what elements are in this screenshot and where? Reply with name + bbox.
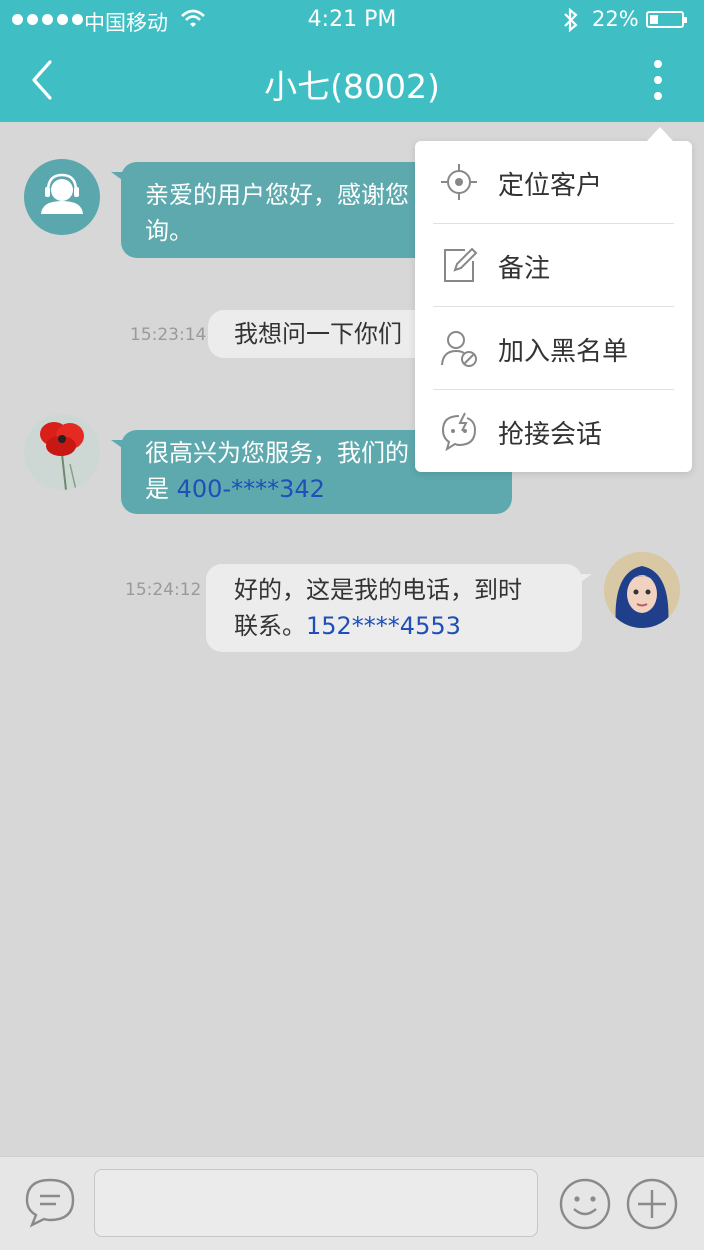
bluetooth-icon <box>564 7 578 33</box>
user-portrait-icon <box>604 552 680 628</box>
page-title: 小七(8002) <box>264 67 440 106</box>
menu-item-label: 定位客户 <box>498 171 603 201</box>
menu-item-label: 加入黑名单 <box>498 337 629 367</box>
top-bar: 中国移动 4:21 PM 22% 小七(8002) <box>0 0 704 122</box>
grab-chat-icon <box>441 412 477 451</box>
options-dropdown-menu: 定位客户 备注 加入黑名单 抢接会话 <box>415 127 692 472</box>
menu-item-grab-session[interactable]: 抢接会话 <box>433 390 674 472</box>
message-line: 是 400-****342 <box>145 471 512 507</box>
input-bar <box>0 1156 704 1250</box>
menu-item-note[interactable]: 备注 <box>433 224 674 306</box>
support-agent-avatar[interactable] <box>24 159 100 235</box>
message-timestamp: 15:24:12 <box>125 580 202 600</box>
message-text: 我想问一下你们 <box>234 320 402 348</box>
phone-link[interactable]: 152****4553 <box>306 612 461 640</box>
message-input[interactable] <box>94 1169 538 1237</box>
locate-crosshair-icon <box>441 164 477 200</box>
user-girl-avatar[interactable] <box>604 552 680 628</box>
message-bubble-user[interactable]: 好的，这是我的电话，到时 联系。152****4553 <box>206 564 592 652</box>
message-line: 联系。152****4553 <box>234 608 582 644</box>
navigation-bar: 小七(8002) <box>0 40 704 122</box>
message-text: 联系。 <box>234 612 306 640</box>
menu-item-locate-customer[interactable]: 定位客户 <box>433 141 674 223</box>
poppy-flower-avatar[interactable] <box>24 414 100 490</box>
edit-note-icon <box>444 247 478 282</box>
message-text: 是 <box>145 475 177 503</box>
battery-icon <box>646 11 687 28</box>
more-options-button[interactable] <box>640 58 676 104</box>
more-vertical-icon <box>654 60 662 100</box>
plus-circle-icon[interactable] <box>625 1177 679 1231</box>
block-user-icon <box>441 331 477 367</box>
poppy-flower-icon <box>24 414 100 490</box>
smiley-icon[interactable] <box>558 1177 612 1231</box>
message-timestamp: 15:23:14 <box>130 325 207 345</box>
chat-bubble-icon[interactable] <box>24 1177 76 1229</box>
message-line: 好的，这是我的电话，到时 <box>234 576 522 604</box>
battery-percent: 22% <box>592 7 639 31</box>
menu-item-blacklist[interactable]: 加入黑名单 <box>433 307 674 389</box>
headset-person-icon <box>41 173 83 214</box>
menu-item-label: 抢接会话 <box>498 420 603 450</box>
status-bar: 中国移动 4:21 PM 22% <box>0 0 704 40</box>
phone-link[interactable]: 400-****342 <box>177 475 325 503</box>
menu-item-label: 备注 <box>498 254 551 284</box>
